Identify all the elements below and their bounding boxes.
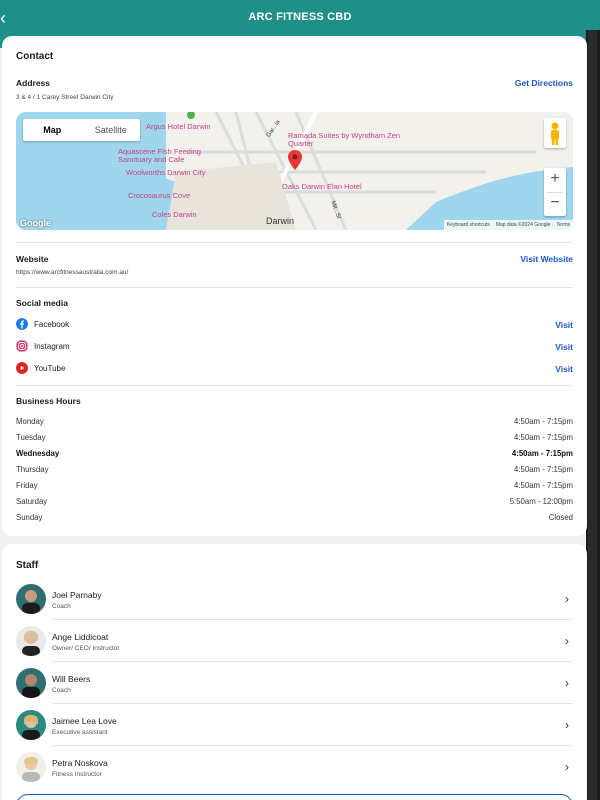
map-embed[interactable]: Map Satellite Argus Hotel Darwin Aquasce… <box>16 112 573 230</box>
map-label: Crocosaurus Cove <box>128 191 191 200</box>
staff-name: Joel Parnaby <box>52 590 102 600</box>
get-directions-link[interactable]: Get Directions <box>515 78 573 88</box>
hours-day: Sunday <box>16 513 43 522</box>
staff-row[interactable]: Petra Noskova Fitness Instructor › <box>16 746 573 788</box>
map-label: Argus Hotel Darwin <box>146 122 211 131</box>
hours-day: Friday <box>16 481 38 490</box>
hours-row-tuesday: Tuesday 4:50am - 7:15pm <box>16 433 573 445</box>
hours-row-saturday: Saturday 5:50am - 12:00pm <box>16 497 573 509</box>
location-pin-icon <box>288 150 302 170</box>
hours-time: 5:50am - 12:00pm <box>509 497 573 506</box>
hours-day: Thursday <box>16 465 49 474</box>
visit-website-link[interactable]: Visit Website <box>520 254 573 264</box>
staff-name: Jaimee Lea Love <box>52 716 117 726</box>
staff-row[interactable]: Jaimee Lea Love Executive assistant › <box>16 704 573 746</box>
pegman-icon <box>551 122 559 145</box>
staff-name: Petra Noskova <box>52 758 108 768</box>
hours-time: 4:50am - 7:15pm <box>514 417 573 426</box>
staff-role: Owner/ CEO/ Instructor <box>52 645 120 652</box>
staff-card: Staff Joel Parnaby Coach › Ange Liddicoa… <box>2 544 587 800</box>
hours-day: Wednesday <box>16 449 60 458</box>
chevron-right-icon: › <box>565 634 569 648</box>
hours-row-thursday: Thursday 4:50am - 7:15pm <box>16 465 573 477</box>
map-footer: Keyboard shortcuts Map data ©2024 Google… <box>443 220 573 230</box>
staff-row[interactable]: Joel Parnaby Coach › <box>16 578 573 620</box>
staff-role: Coach <box>52 603 71 610</box>
hours-time: 4:50am - 7:15pm <box>514 481 573 490</box>
staff-role: Fitness Instructor <box>52 771 102 778</box>
staff-section-title: Staff <box>16 560 39 571</box>
avatar <box>16 668 46 698</box>
business-hours-label: Business Hours <box>16 396 81 406</box>
facebook-icon <box>16 318 28 330</box>
hours-day: Monday <box>16 417 44 426</box>
zoom-in-button[interactable]: + <box>544 168 566 192</box>
side-scroll-edge <box>586 30 600 800</box>
hours-time: Closed <box>548 513 573 522</box>
terms-link[interactable]: Terms <box>556 220 570 230</box>
map-tab[interactable]: Map <box>23 119 82 141</box>
address-value: 3 & 4 / 1 Carey Street Darwin City <box>16 94 114 101</box>
social-media-label: Social media <box>16 298 68 308</box>
avatar <box>16 584 46 614</box>
chevron-right-icon: › <box>565 718 569 732</box>
contact-card: Contact Address Get Directions 3 & 4 / 1… <box>2 36 587 536</box>
staff-name: Ange Liddicoat <box>52 632 109 642</box>
staff-role: Coach <box>52 687 71 694</box>
map-label: Oaks Darwin Elan Hotel <box>282 182 362 191</box>
divider <box>16 242 573 243</box>
divider <box>16 287 573 288</box>
avatar <box>16 752 46 782</box>
avatar <box>16 626 46 656</box>
staff-name: Will Beers <box>52 674 91 684</box>
satellite-tab[interactable]: Satellite <box>82 119 141 141</box>
page-title: ARC FITNESS CBD <box>248 11 352 23</box>
staff-row[interactable]: Ange Liddicoat Owner/ CEO/ Instructor › <box>16 620 573 662</box>
hours-row-wednesday: Wednesday 4:50am - 7:15pm <box>16 449 573 461</box>
google-logo: Google <box>20 218 51 228</box>
hours-day: Tuesday <box>16 433 46 442</box>
facebook-visit-link[interactable]: Visit <box>555 320 573 330</box>
map-label: Ramada Suites by Wyndham Zen Quarter <box>288 131 401 148</box>
contact-section-title: Contact <box>16 51 54 62</box>
hours-row-monday: Monday 4:50am - 7:15pm <box>16 417 573 429</box>
chevron-right-icon: › <box>565 676 569 690</box>
zoom-out-button[interactable]: − <box>544 192 566 216</box>
hours-row-friday: Friday 4:50am - 7:15pm <box>16 481 573 493</box>
map-data-attribution: Map data ©2024 Google <box>495 222 551 228</box>
map-type-control: Map Satellite <box>23 119 140 141</box>
chevron-right-icon: › <box>565 760 569 774</box>
hours-time: 4:50am - 7:15pm <box>511 449 573 458</box>
website-url: https://www.arcfitnessaustralia.com.au/ <box>16 269 129 276</box>
social-row-youtube: YouTube Visit <box>16 362 573 376</box>
keyboard-shortcuts-link[interactable]: Keyboard shortcuts <box>447 220 490 230</box>
map-label: Darwin <box>266 216 295 226</box>
social-name: Facebook <box>34 320 70 329</box>
avatar <box>16 710 46 740</box>
hours-time: 4:50am - 7:15pm <box>514 465 573 474</box>
map-label: Woolworths Darwin City <box>126 168 206 177</box>
bottom-action-button[interactable] <box>16 794 573 800</box>
social-row-facebook: Facebook Visit <box>16 318 573 332</box>
zoom-control: + − <box>544 168 566 216</box>
social-row-instagram: Instagram Visit <box>16 340 573 354</box>
street-view-button[interactable] <box>544 118 566 148</box>
instagram-icon <box>16 340 28 352</box>
staff-row[interactable]: Will Beers Coach › <box>16 662 573 704</box>
map-label: Aquascene Fish Feeding Sanctuary and Caf… <box>118 147 201 164</box>
social-name: Instagram <box>34 342 70 351</box>
youtube-icon <box>16 362 28 374</box>
youtube-visit-link[interactable]: Visit <box>555 364 573 374</box>
chevron-right-icon: › <box>565 592 569 606</box>
staff-role: Executive assistant <box>52 729 108 736</box>
instagram-visit-link[interactable]: Visit <box>555 342 573 352</box>
website-label: Website <box>16 254 49 264</box>
address-label: Address <box>16 78 51 88</box>
social-name: YouTube <box>34 364 66 373</box>
divider <box>16 385 573 386</box>
hours-time: 4:50am - 7:15pm <box>514 433 573 442</box>
hours-day: Saturday <box>16 497 48 506</box>
hours-row-sunday: Sunday Closed <box>16 513 573 525</box>
map-label: Coles Darwin <box>152 210 197 219</box>
